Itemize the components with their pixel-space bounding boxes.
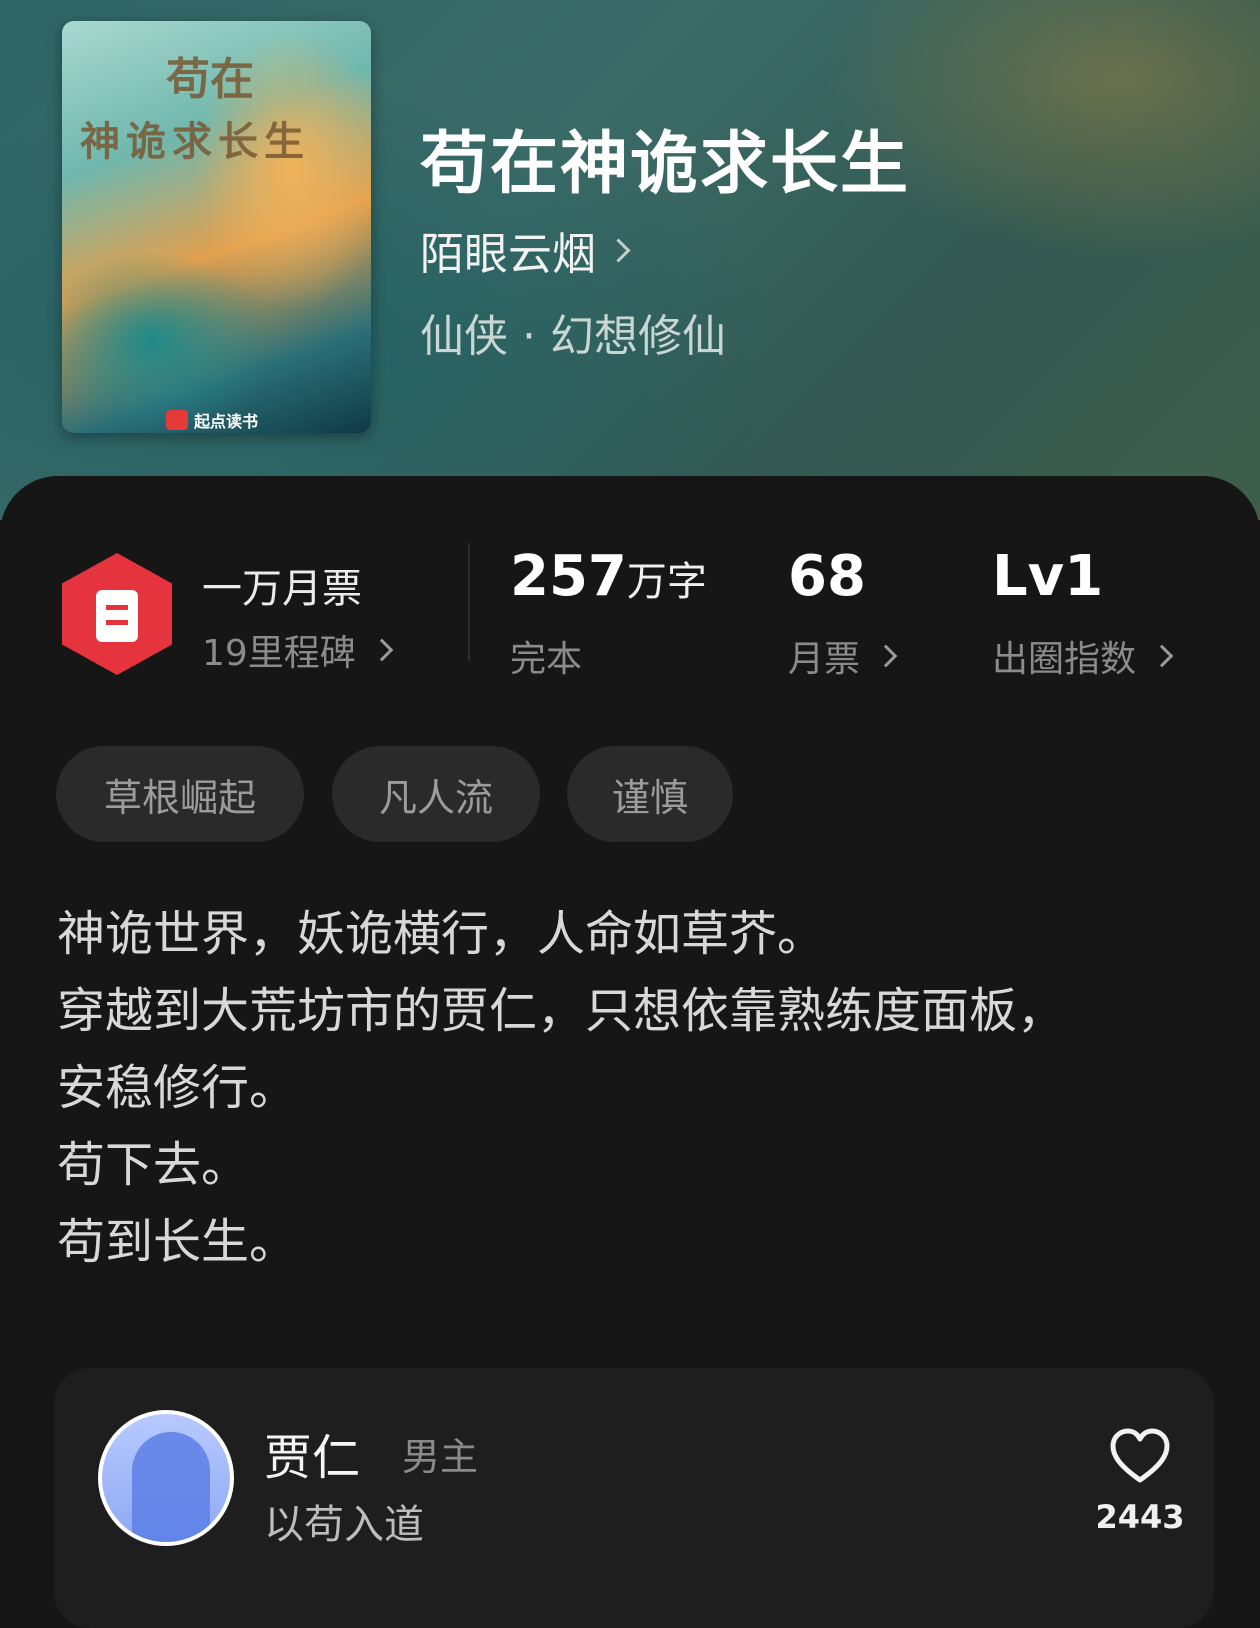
synopsis-line: 穿越到大荒坊市的贾仁，只想依靠熟练度面板，	[57, 983, 1066, 1039]
tag-chip[interactable]: 谨慎	[567, 746, 733, 842]
chevron-right-icon	[874, 644, 898, 668]
level-value: Lv1	[992, 544, 1104, 609]
character-avatar[interactable]	[98, 1410, 234, 1546]
synopsis-line: 苟到长生。	[57, 1214, 298, 1270]
author-name: 陌眼云烟	[420, 229, 596, 280]
monthly-votes-link[interactable]: 月票	[788, 630, 898, 682]
character-silhouette-icon	[132, 1432, 210, 1542]
character-description: 以苟入道	[264, 1502, 424, 1548]
qidian-logo-icon	[166, 410, 188, 430]
milestone-label: 一万月票	[202, 566, 362, 612]
like-count: 2443	[1095, 1498, 1185, 1536]
chevron-right-icon	[370, 638, 394, 662]
cover-title: 苟在 神诡求长生	[80, 54, 310, 165]
milestone-link[interactable]: 19里程碑	[202, 624, 394, 676]
ticket-icon	[96, 590, 138, 642]
tag-chip[interactable]: 草根崛起	[56, 746, 304, 842]
book-title: 苟在神诡求长生	[420, 124, 911, 204]
word-count: 257万字	[510, 544, 707, 609]
heart-icon[interactable]	[1110, 1428, 1170, 1484]
character-name: 贾仁	[264, 1430, 361, 1486]
author-link[interactable]: 陌眼云烟	[420, 218, 631, 282]
book-cover[interactable]: 苟在 神诡求长生 起点读书	[62, 21, 371, 433]
stats-divider	[468, 543, 470, 661]
book-genre: 仙侠 · 幻想修仙	[420, 311, 726, 362]
character-role: 男主	[402, 1435, 479, 1479]
cover-brand: 起点读书	[166, 409, 258, 431]
influence-index-link[interactable]: 出圈指数	[992, 630, 1174, 682]
book-status: 完本	[510, 639, 583, 680]
monthly-votes-value: 68	[788, 544, 866, 609]
synopsis-line: 神诡世界，妖诡横行，人命如草芥。	[57, 906, 826, 962]
chevron-right-icon	[606, 237, 631, 263]
synopsis-line: 安稳修行。	[57, 1060, 298, 1116]
chevron-right-icon	[1150, 644, 1174, 668]
book-synopsis[interactable]: 神诡世界，妖诡横行，人命如草芥。 穿越到大荒坊市的贾仁，只想依靠熟练度面板， 安…	[57, 896, 1207, 1281]
synopsis-line: 苟下去。	[57, 1137, 250, 1193]
tag-chip[interactable]: 凡人流	[332, 746, 540, 842]
